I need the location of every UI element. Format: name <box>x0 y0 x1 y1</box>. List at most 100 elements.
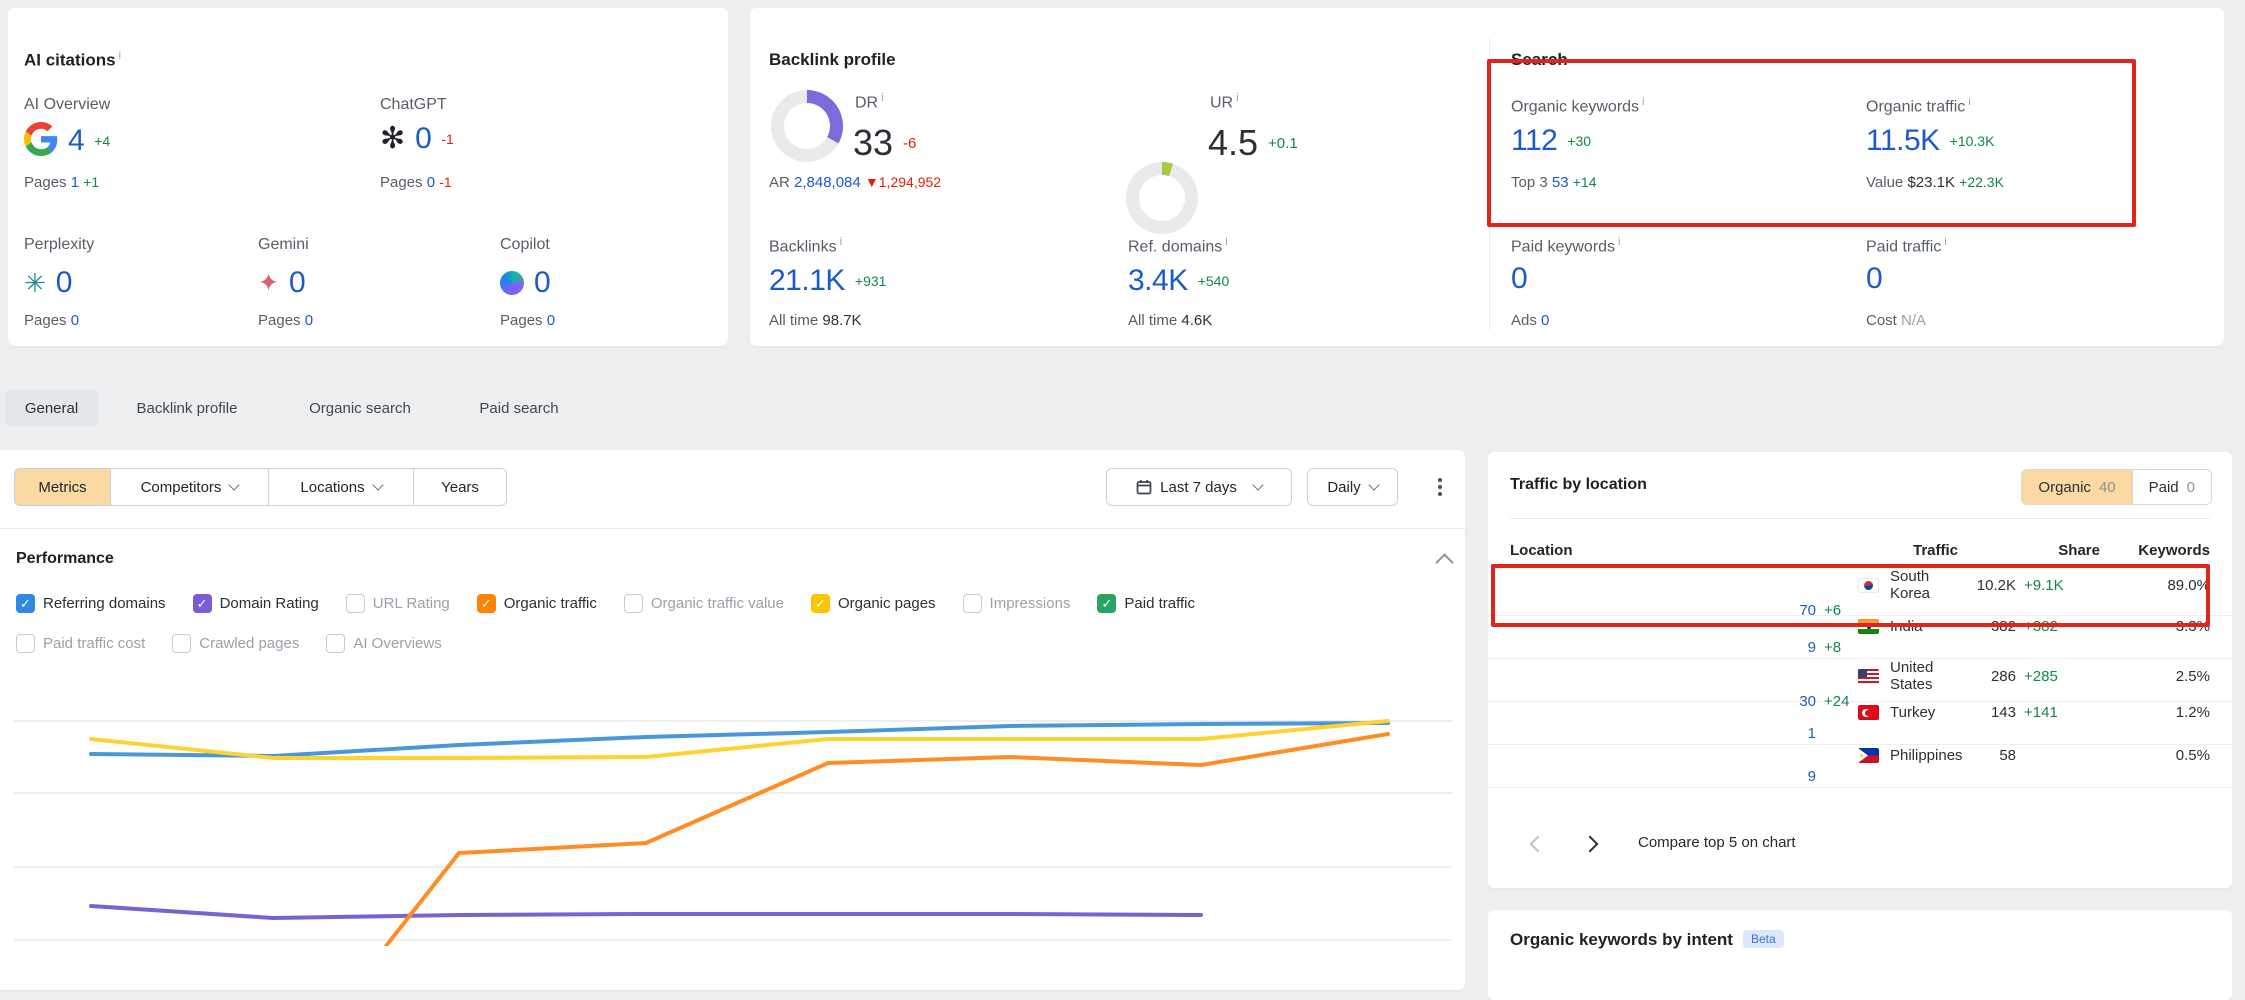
ai-overview-value: 4 +4 <box>24 122 110 160</box>
info-icon[interactable]: i <box>1944 236 1946 248</box>
gemini-value: ✦ 0 <box>258 266 305 300</box>
years-button[interactable]: Years <box>413 468 507 506</box>
compare-top5-link[interactable]: Compare top 5 on chart <box>1638 834 1796 851</box>
more-options-icon[interactable] <box>1432 472 1448 502</box>
dr-value: 33 -6 <box>853 122 916 164</box>
tab-paid-search[interactable]: Paid search <box>464 390 574 426</box>
traffic-by-location-title: Traffic by location <box>1510 476 1647 494</box>
checkbox-crawled-pages[interactable]: Crawled pages <box>172 634 299 653</box>
checkbox-referring-domains[interactable]: Referring domains <box>16 594 166 613</box>
info-icon[interactable]: i <box>1968 96 1970 108</box>
section-divider <box>1489 38 1490 330</box>
table-row-india[interactable]: India 382 +382 3.3% 9+8 <box>1488 616 2232 659</box>
col-keywords: Keywords <box>2100 542 2210 559</box>
tab-backlink-profile[interactable]: Backlink profile <box>117 390 257 426</box>
ai-overview-pages: Pages 1 +1 <box>24 174 99 191</box>
performance-panel: Metrics Competitors Locations Years Last… <box>0 450 1465 990</box>
paid-traffic-label: Paid traffici <box>1866 236 1947 256</box>
performance-chart[interactable] <box>0 660 1465 946</box>
organic-traffic-value: 11.5K +10.3K <box>1866 124 1994 158</box>
gemini-pages: Pages 0 <box>258 312 313 329</box>
paid-keywords-value: 0 <box>1511 262 1527 296</box>
toggle-organic[interactable]: Organic40 <box>2022 470 2131 504</box>
backlinks-label: Backlinksi <box>769 236 842 256</box>
date-range-button[interactable]: Last 7 days <box>1106 468 1292 506</box>
metric-checkbox-row-2: Paid traffic cost Crawled pages AI Overv… <box>16 634 442 653</box>
chatgpt-value: ✻ 0 -1 <box>380 122 454 156</box>
col-location: Location <box>1510 542 1858 559</box>
info-icon[interactable]: i <box>1225 236 1227 248</box>
traffic-by-location-panel: Traffic by location Organic40 Paid0 Loca… <box>1488 452 2232 888</box>
ai-citations-title: AI citationsi <box>24 50 121 71</box>
beta-badge: Beta <box>1743 930 1784 948</box>
organic-traffic-value-row: Value $23.1K +22.3K <box>1866 174 2004 191</box>
chevron-down-icon <box>1368 479 1379 490</box>
info-icon[interactable]: i <box>840 236 842 248</box>
checkbox-domain-rating[interactable]: Domain Rating <box>193 594 319 613</box>
paid-keywords-label: Paid keywordsi <box>1511 236 1621 256</box>
chatgpt-pages: Pages 0 -1 <box>380 174 452 191</box>
info-icon[interactable]: i <box>1236 92 1238 104</box>
organic-keywords-label: Organic keywordsi <box>1511 96 1645 116</box>
collapse-chevron-icon[interactable] <box>1435 553 1453 571</box>
organic-traffic-label: Organic traffici <box>1866 96 1971 116</box>
granularity-button[interactable]: Daily <box>1307 468 1398 506</box>
competitors-button[interactable]: Competitors <box>110 468 268 506</box>
turkey-flag-icon <box>1858 705 1879 720</box>
info-icon[interactable]: i <box>119 50 121 62</box>
locations-button[interactable]: Locations <box>268 468 413 506</box>
col-share: Share <box>2016 542 2100 559</box>
checkbox-paid-traffic[interactable]: Paid traffic <box>1097 594 1195 613</box>
location-table-body: South Korea 10.2K +9.1K 89.0% 70+6 India… <box>1488 568 2232 788</box>
tab-general[interactable]: General <box>5 390 98 426</box>
prev-page-icon[interactable] <box>1530 836 1547 853</box>
search-title: Search <box>1511 50 1568 70</box>
perplexity-value: ✳ 0 <box>24 266 72 300</box>
chevron-down-icon <box>1252 479 1263 490</box>
organic-keywords-top3: Top 3 53 +14 <box>1511 174 1596 191</box>
info-icon[interactable]: i <box>881 92 883 104</box>
chevron-down-icon <box>372 479 383 490</box>
paid-traffic-value: 0 <box>1866 262 1882 296</box>
backlink-search-panel: Backlink profile DRi 33 -6 AR 2,848,084 … <box>750 8 2224 346</box>
info-icon[interactable]: i <box>1618 236 1620 248</box>
checkbox-organic-traffic[interactable]: Organic traffic <box>477 594 597 613</box>
ref-domains-value: 3.4K +540 <box>1128 264 1229 298</box>
info-icon[interactable]: i <box>1642 96 1644 108</box>
dr-donut <box>771 90 843 162</box>
keywords-by-intent-panel: Organic keywords by intentBeta <box>1488 910 2232 1000</box>
chatgpt-label: ChatGPT <box>380 96 447 114</box>
toggle-paid[interactable]: Paid0 <box>2132 470 2211 504</box>
gemini-icon: ✦ <box>258 271 279 296</box>
checkbox-impressions[interactable]: Impressions <box>963 594 1071 613</box>
metric-checkbox-row-1: Referring domains Domain Rating URL Rati… <box>16 594 1195 613</box>
checkbox-url-rating[interactable]: URL Rating <box>346 594 450 613</box>
panel-divider <box>1510 518 2210 519</box>
calendar-icon <box>1136 479 1152 495</box>
checkbox-ai-overviews[interactable]: AI Overviews <box>326 634 441 653</box>
paid-keywords-ads: Ads 0 <box>1511 312 1549 329</box>
next-page-icon[interactable] <box>1582 836 1599 853</box>
united-states-flag-icon <box>1858 669 1879 684</box>
table-row-philippines[interactable]: Philippines 58 0.5% 9 <box>1488 745 2232 788</box>
copilot-pages: Pages 0 <box>500 312 555 329</box>
copilot-label: Copilot <box>500 236 550 254</box>
location-table-header: Location Traffic Share Keywords <box>1488 532 2232 568</box>
table-row-united-states[interactable]: United States 286 +285 2.5% 30+24 <box>1488 659 2232 702</box>
checkbox-organic-pages[interactable]: Organic pages <box>811 594 936 613</box>
col-traffic: Traffic <box>1858 542 1958 559</box>
chatgpt-icon: ✻ <box>380 124 405 154</box>
performance-title: Performance <box>16 550 114 568</box>
ref-domains-alltime: All time 4.6K <box>1128 312 1212 329</box>
checkbox-paid-traffic-cost[interactable]: Paid traffic cost <box>16 634 145 653</box>
backlinks-value: 21.1K +931 <box>769 264 886 298</box>
tab-organic-search[interactable]: Organic search <box>290 390 430 426</box>
copilot-icon <box>500 271 524 295</box>
metrics-button[interactable]: Metrics <box>14 468 110 506</box>
chevron-down-icon <box>229 479 240 490</box>
table-row-south-korea[interactable]: South Korea 10.2K +9.1K 89.0% 70+6 <box>1488 568 2232 616</box>
gemini-label: Gemini <box>258 236 309 254</box>
checkbox-organic-traffic-value[interactable]: Organic traffic value <box>624 594 784 613</box>
organic-paid-toggle: Organic40 Paid0 <box>2021 469 2212 505</box>
perplexity-icon: ✳ <box>24 270 46 296</box>
